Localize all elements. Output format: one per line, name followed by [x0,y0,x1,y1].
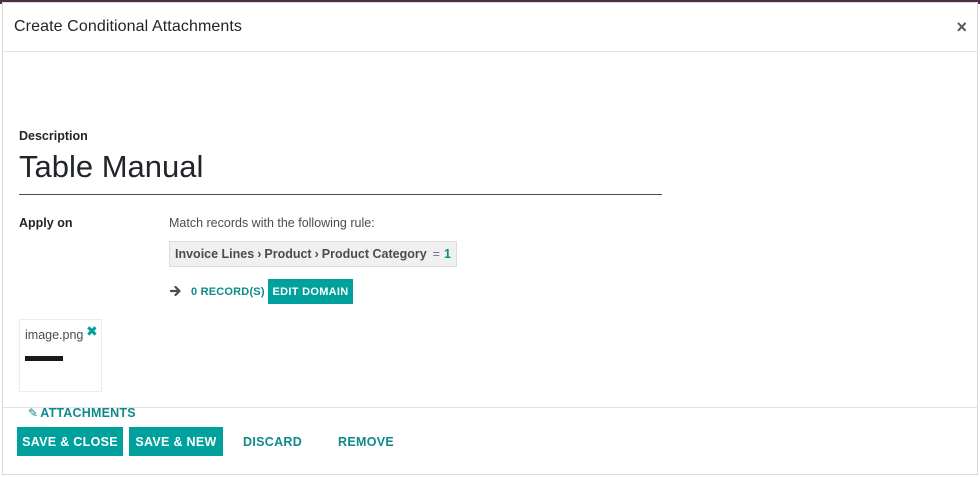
dialog-footer: SAVE & CLOSE SAVE & NEW DISCARD REMOVE [3,409,977,474]
arrow-right-icon [170,285,181,297]
dialog-title: Create Conditional Attachments [14,18,243,35]
domain-path-segment: Product Category [321,247,427,261]
rule-description-text: Match records with the following rule: [169,216,375,230]
discard-button[interactable]: DISCARD [233,427,312,456]
close-icon[interactable]: × [956,18,967,36]
domain-value: 1 [443,247,451,261]
remove-button[interactable]: REMOVE [328,427,404,456]
save-new-button[interactable]: SAVE & NEW [129,427,223,456]
description-label: Description [19,129,88,143]
attachment-filename: image.png [25,328,84,342]
apply-on-label: Apply on [19,216,73,230]
dialog-body: Description Table Manual Apply on Match … [3,52,977,420]
domain-operator: = [432,247,440,261]
domain-path-segment: Invoice Lines [175,247,255,261]
matching-records-link[interactable]: 0 RECORD(S) [191,286,265,298]
conditional-attachments-dialog: Create Conditional Attachments × Descrip… [2,2,978,475]
dialog-header: Create Conditional Attachments × [3,3,977,52]
description-input[interactable]: Table Manual [19,147,662,195]
domain-path-segment: Product [264,247,312,261]
chevron-right-icon: › [314,247,319,261]
domain-rule-chip[interactable]: Invoice Lines › Product › Product Catego… [169,241,457,267]
close-icon[interactable]: ✖ [86,323,98,340]
chevron-right-icon: › [257,247,262,261]
edit-domain-button[interactable]: EDIT DOMAIN [268,279,353,304]
save-close-button[interactable]: SAVE & CLOSE [17,427,123,456]
attachment-card: image.png ✖ [19,319,102,392]
attachment-thumbnail[interactable] [25,356,63,361]
